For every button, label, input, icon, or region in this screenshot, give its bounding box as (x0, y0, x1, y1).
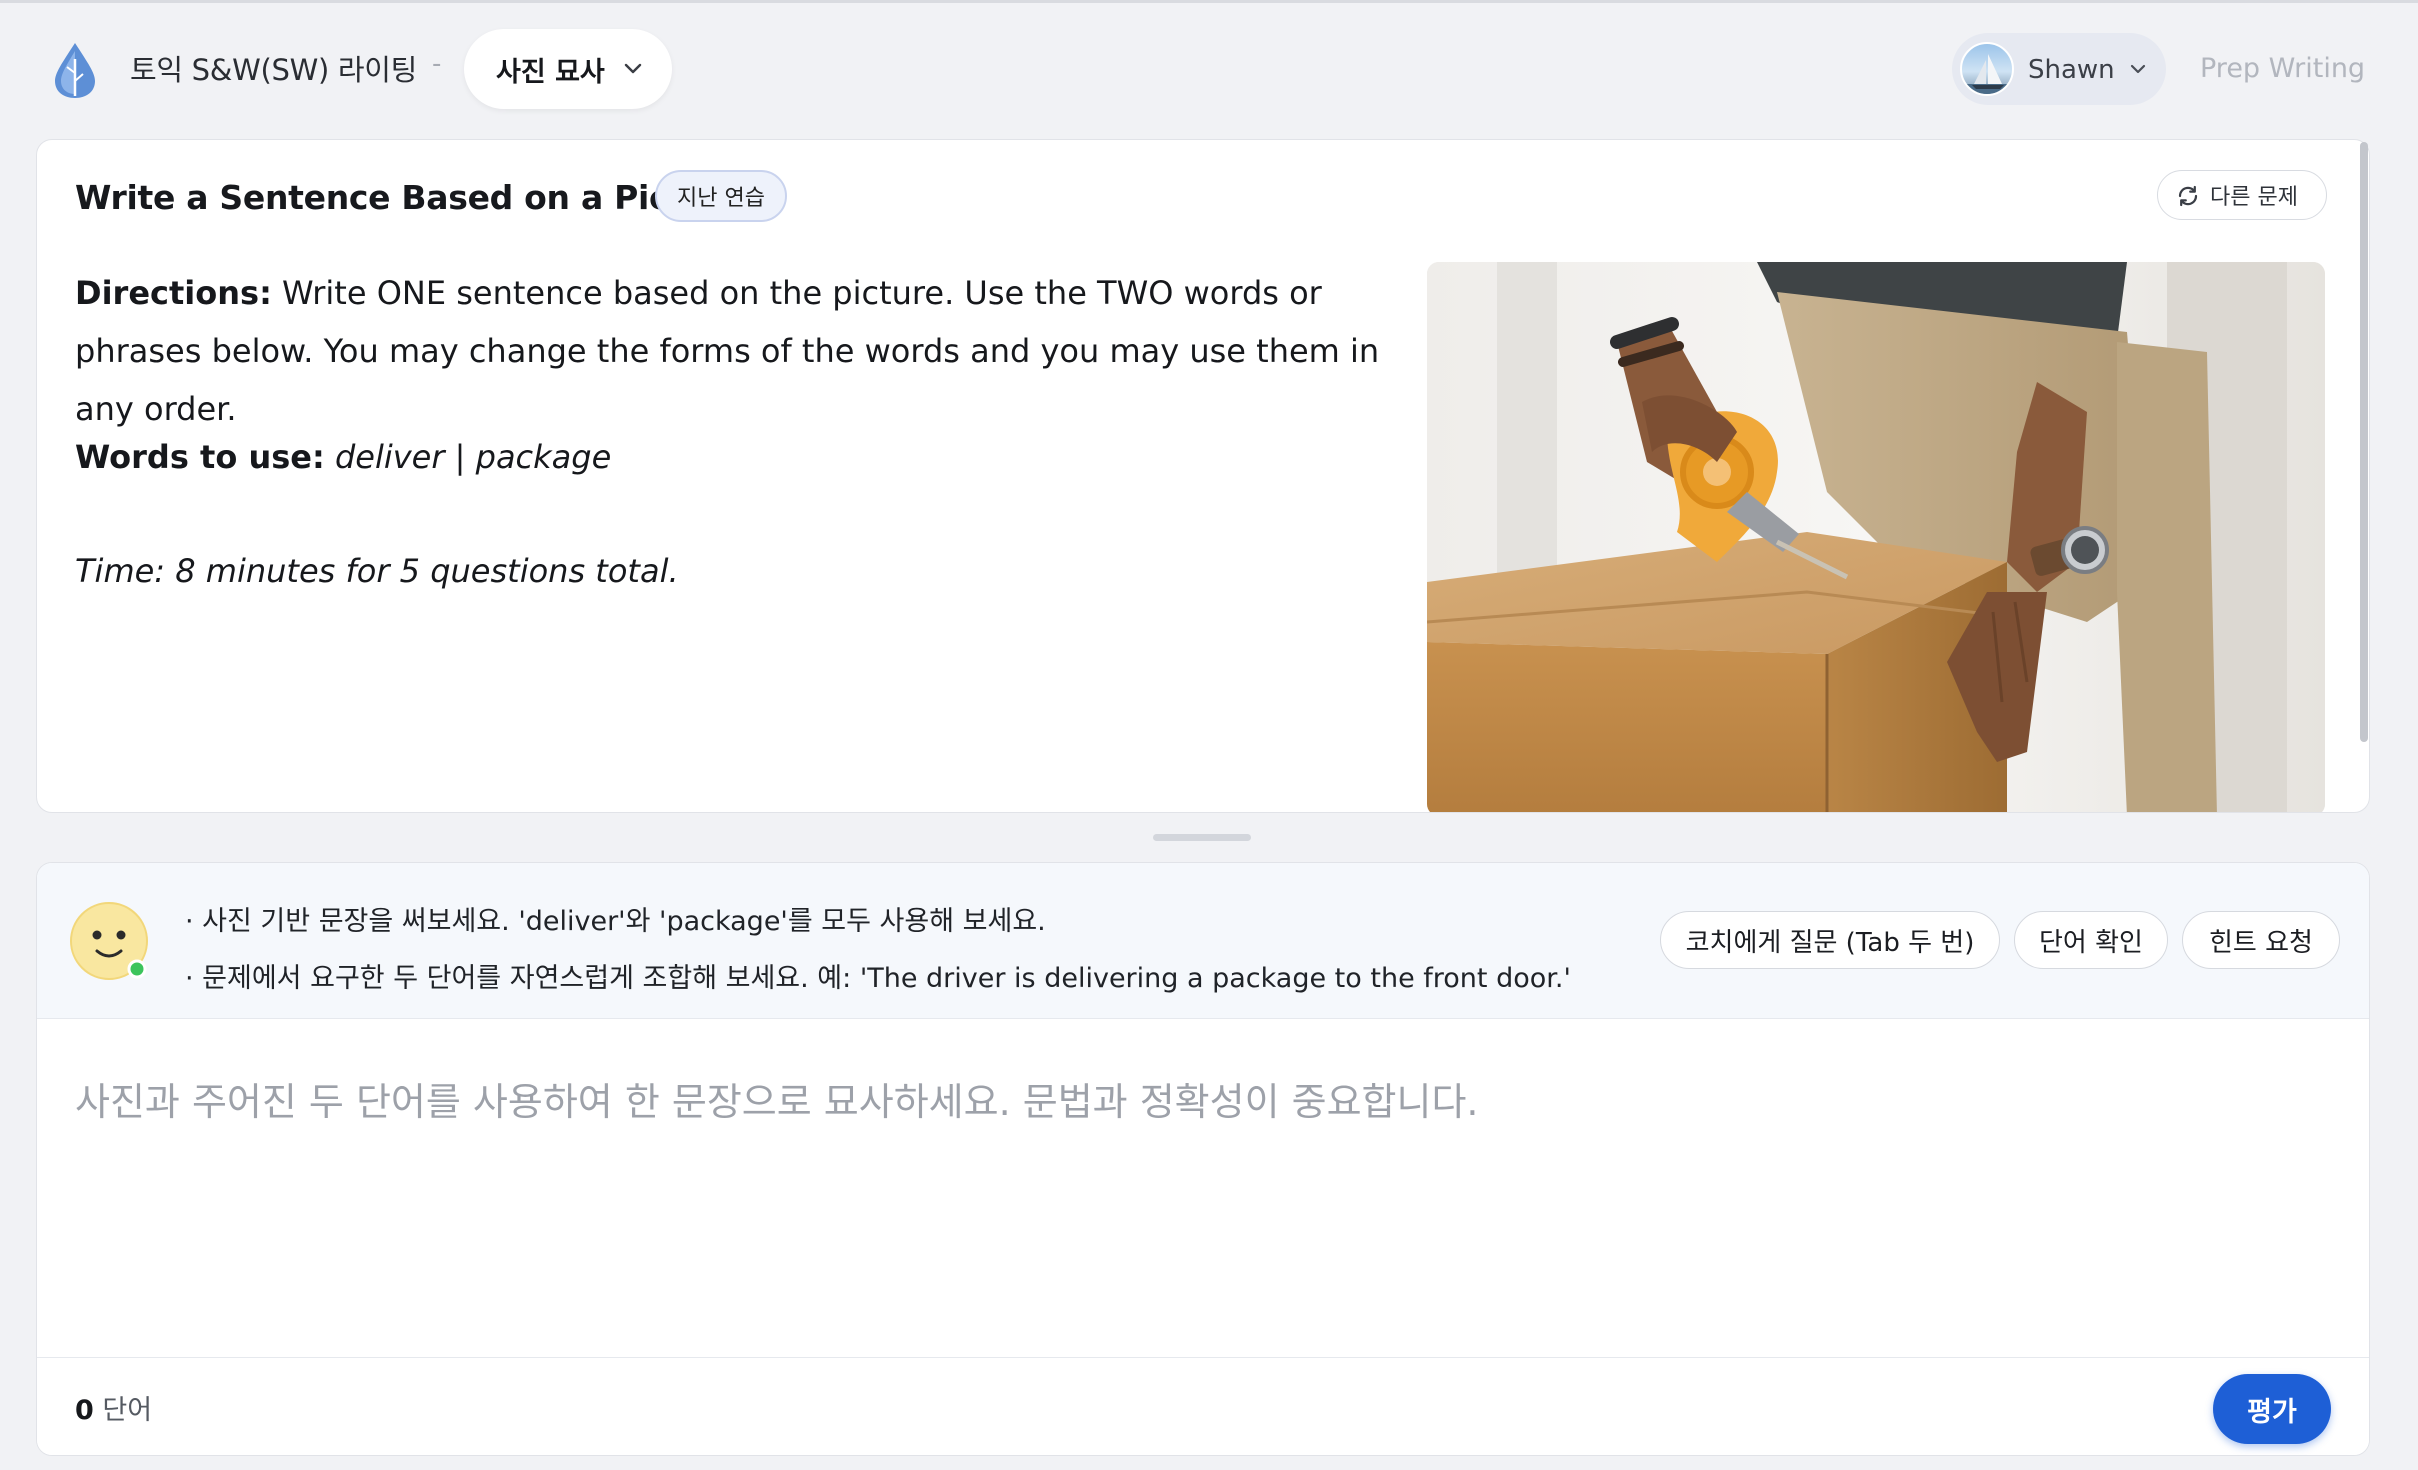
refresh-icon (2178, 185, 2198, 207)
coach-tip: · 사진 기반 문장을 써보세요. 'deliver'와 'package'를 … (185, 906, 1046, 937)
word-count: 0 단어 (75, 1388, 152, 1427)
directions-text: Directions: Write ONE sentence based on … (75, 264, 1385, 438)
title-separator: - (432, 49, 442, 79)
answer-footer: 0 단어 평가 (37, 1357, 2369, 1455)
sailboat-avatar-icon (1962, 54, 2012, 94)
avatar (1960, 42, 2014, 96)
packing-box-photo (1427, 262, 2325, 812)
time-limit-text: Time: 8 minutes for 5 questions total. (75, 552, 679, 590)
question-picture (1427, 262, 2325, 812)
top-bar: 토익 S&W(SW) 라이팅 - 사진 묘사 Shawn Prep Writin… (0, 0, 2418, 134)
user-name: Shawn (2028, 55, 2115, 85)
chevron-down-icon (624, 63, 642, 74)
words-to-use-label: Words to use: (75, 438, 325, 476)
ask-coach-button[interactable]: 코치에게 질문 (Tab 두 번) (1660, 911, 2000, 969)
answer-textarea[interactable] (37, 1021, 2369, 1337)
past-practice-badge[interactable]: 지난 연습 (655, 170, 787, 222)
smiley-coach-icon (70, 902, 148, 980)
directions-label: Directions: (75, 274, 272, 312)
other-question-button[interactable]: 다른 문제 (2157, 170, 2327, 220)
words-to-use: Words to use: deliver | package (75, 438, 611, 476)
mode-dropdown[interactable]: 사진 묘사 (464, 29, 672, 109)
check-words-button[interactable]: 단어 확인 (2014, 911, 2168, 969)
coach-tip: · 문제에서 요구한 두 단어를 자연스럽게 조합해 보세요. 예: 'The … (185, 963, 1571, 994)
user-menu[interactable]: Shawn (1952, 33, 2166, 105)
question-scrollbar-thumb[interactable] (2360, 142, 2368, 742)
coach-tips: · 사진 기반 문장을 써보세요. 'deliver'와 'package'를 … (185, 893, 1571, 1007)
chevron-down-icon (2130, 64, 2146, 74)
leaf-drop-logo-icon[interactable] (52, 41, 98, 99)
word-count-unit: 단어 (93, 1395, 153, 1426)
question-title: Write a Sentence Based on a Picture (75, 178, 745, 217)
request-hint-button[interactable]: 힌트 요청 (2182, 911, 2340, 969)
mode-dropdown-label: 사진 묘사 (496, 56, 605, 88)
panel-resize-handle[interactable] (1153, 834, 1251, 841)
words-to-use-value: deliver | package (334, 438, 612, 476)
coach-bar: · 사진 기반 문장을 써보세요. 'deliver'와 'package'를 … (37, 863, 2369, 1019)
other-question-label: 다른 문제 (2210, 185, 2298, 210)
evaluate-button[interactable]: 평가 (2213, 1374, 2331, 1444)
question-card: Write a Sentence Based on a Picture 지난 연… (36, 139, 2370, 813)
prep-writing-link[interactable]: Prep Writing (2200, 53, 2365, 84)
app-title: 토익 S&W(SW) 라이팅 (130, 53, 418, 87)
online-status-dot (127, 959, 147, 979)
word-count-value: 0 (75, 1395, 94, 1426)
answer-card: · 사진 기반 문장을 써보세요. 'deliver'와 'package'를 … (36, 862, 2370, 1456)
